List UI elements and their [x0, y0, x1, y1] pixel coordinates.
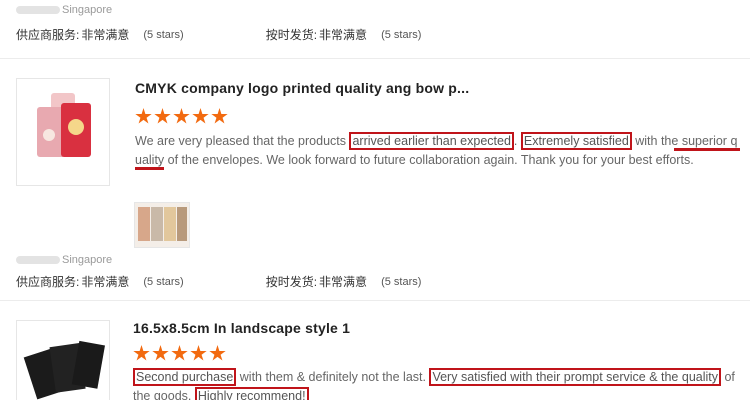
envelope-photo-image — [135, 203, 189, 247]
shipping-label: 按时发货: — [265, 28, 318, 42]
shipping-label: 按时发货: — [265, 275, 318, 289]
underline-mark — [674, 148, 740, 151]
red-envelope-image — [37, 93, 91, 157]
highlight-box: Highly recommend! — [194, 387, 309, 400]
star-icon — [173, 108, 190, 124]
black-envelope-image — [17, 321, 109, 400]
product-title[interactable]: CMYK company logo printed quality ang bo… — [135, 80, 469, 96]
supplier-service-stars: (5 stars) — [143, 28, 184, 41]
star-rating — [135, 108, 228, 125]
supplier-service-label: 供应商服务: — [16, 275, 80, 289]
shipping-value: 非常满意 — [319, 275, 368, 289]
divider — [0, 300, 750, 301]
shipping-stars: (5 stars) — [381, 28, 422, 41]
blurred-username — [16, 256, 60, 265]
star-icon — [133, 345, 150, 361]
shipping-stars: (5 stars) — [381, 275, 422, 288]
review-text: Second purchase with them & definitely n… — [133, 368, 745, 400]
shipping-value: 非常满意 — [319, 28, 368, 42]
review-text: We are very pleased that the products ar… — [135, 132, 741, 170]
blurred-username — [16, 6, 60, 15]
product-title[interactable]: 16.5x8.5cm In landscape style 1 — [133, 320, 350, 336]
review-ratings-row: 供应商服务: 非常满意 (5 stars) 按时发货: 非常满意 (5 star… — [16, 26, 421, 43]
highlight-box: Extremely satisfied — [520, 132, 632, 150]
supplier-service-value: 非常满意 — [81, 275, 130, 289]
supplier-service-label: 供应商服务: — [16, 28, 80, 42]
review-ratings-row: 供应商服务: 非常满意 (5 stars) 按时发货: 非常满意 (5 star… — [16, 273, 421, 290]
highlight-underline: uality — [135, 153, 165, 170]
star-icon — [190, 345, 207, 361]
star-icon — [135, 108, 152, 124]
highlight-box: arrived earlier than expected — [349, 132, 514, 150]
star-icon — [152, 345, 169, 361]
star-icon — [154, 108, 171, 124]
review-location: Singapore — [16, 4, 112, 16]
supplier-service-stars: (5 stars) — [143, 275, 184, 288]
star-icon — [171, 345, 188, 361]
star-icon — [209, 345, 226, 361]
highlight-box: Very satisfied with their prompt service… — [429, 368, 721, 386]
star-rating — [133, 345, 226, 362]
product-thumbnail[interactable] — [16, 320, 110, 400]
product-thumbnail[interactable] — [16, 78, 110, 186]
supplier-service-value: 非常满意 — [81, 28, 130, 42]
divider — [0, 58, 750, 59]
star-icon — [192, 108, 209, 124]
highlight-box: Second purchase — [133, 368, 237, 386]
review-photo[interactable] — [134, 202, 190, 248]
review-location: Singapore — [16, 254, 112, 266]
star-icon — [211, 108, 228, 124]
